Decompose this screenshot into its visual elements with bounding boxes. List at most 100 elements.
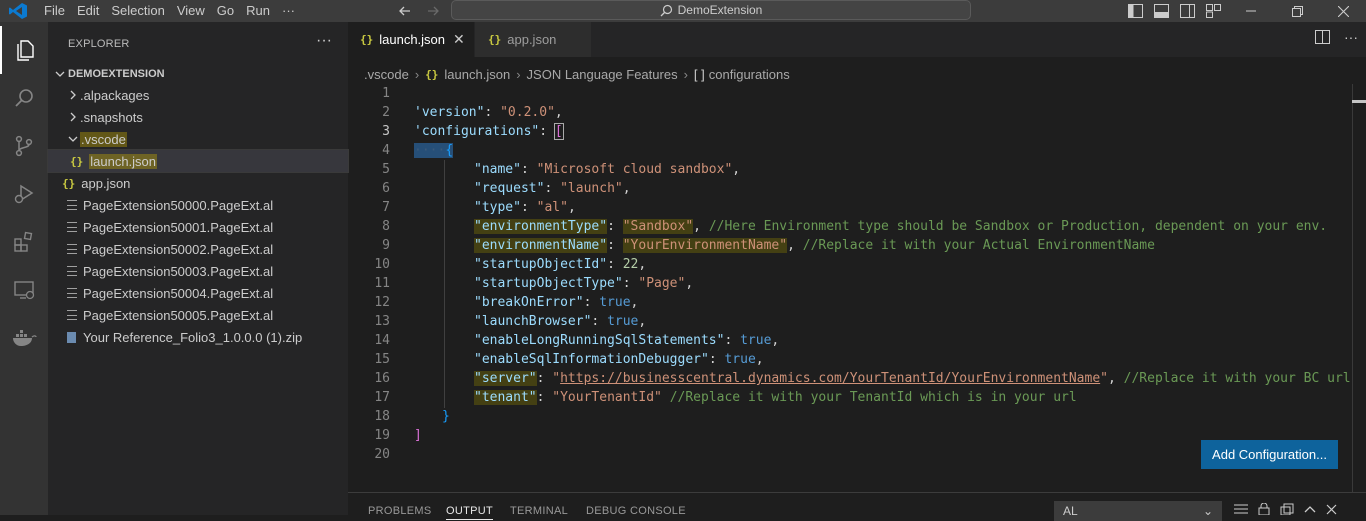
list-filter-icon[interactable] <box>1234 503 1248 518</box>
forward-arrow-icon[interactable] <box>424 2 442 20</box>
json-value: "Page" <box>638 276 686 291</box>
code-comment: //Here Environment type should be Sandbo… <box>708 219 1328 234</box>
tab-launch-json[interactable]: {} launch.json ✕ <box>348 22 474 57</box>
run-and-debug-icon[interactable] <box>0 170 48 218</box>
close-icon[interactable]: ✕ <box>453 31 465 48</box>
line-number: 7 <box>382 200 390 215</box>
tree-file-al[interactable]: PageExtension50000.PageExt.al <box>48 194 348 216</box>
navigation-arrows <box>396 2 442 20</box>
back-arrow-icon[interactable] <box>396 2 414 20</box>
line-number: 14 <box>374 333 390 348</box>
explorer-title: EXPLORER <box>68 38 130 50</box>
tree-file-app-json[interactable]: {} app.json <box>48 172 348 194</box>
al-file-icon <box>67 244 77 254</box>
tab-debug-console[interactable]: DEBUG CONSOLE <box>586 505 686 517</box>
tree-file-al[interactable]: PageExtension50005.PageExt.al <box>48 304 348 326</box>
close-window-icon[interactable] <box>1320 0 1366 22</box>
extensions-icon[interactable] <box>0 218 48 266</box>
code-line: 13 "launchBrowser": true, <box>348 312 1366 331</box>
split-editor-icon[interactable] <box>1315 30 1330 47</box>
activity-bar <box>0 22 48 515</box>
al-file-icon <box>67 200 77 210</box>
code-comment: //Replace it with your Actual Environmen… <box>802 238 1155 253</box>
code-line: 5 "name": "Microsoft cloud sandbox", <box>348 160 1366 179</box>
menu-more[interactable]: ··· <box>276 0 301 22</box>
command-center-search[interactable]: DemoExtension <box>451 0 971 20</box>
tab-terminal[interactable]: TERMINAL <box>510 505 568 517</box>
lock-icon[interactable] <box>1258 502 1270 518</box>
json-key: "name" <box>474 162 521 177</box>
add-configuration-button[interactable]: Add Configuration... <box>1201 440 1338 469</box>
tree-file-al[interactable]: PageExtension50003.PageExt.al <box>48 260 348 282</box>
menu-view[interactable]: View <box>171 0 211 22</box>
copy-icon[interactable] <box>1280 503 1294 518</box>
restore-icon[interactable] <box>1274 0 1320 22</box>
toggle-panel-icon[interactable] <box>1152 2 1170 20</box>
tree-file-zip[interactable]: Your Reference_Folio3_1.0.0.0 (1).zip <box>48 326 348 348</box>
remote-explorer-icon[interactable] <box>0 266 48 314</box>
tree-file-al[interactable]: PageExtension50004.PageExt.al <box>48 282 348 304</box>
toggle-primary-sidebar-icon[interactable] <box>1126 2 1144 20</box>
chevron-up-icon[interactable] <box>1304 503 1316 518</box>
al-file-icon <box>67 288 77 298</box>
code-line: 14 "enableLongRunningSqlStatements": true… <box>348 331 1366 350</box>
search-icon[interactable] <box>0 74 48 122</box>
tree-item-label: .snapshots <box>80 109 143 125</box>
source-control-icon[interactable] <box>0 122 48 170</box>
code-editor[interactable]: 1 2'version": "0.2.0", 3'configurations"… <box>348 84 1366 492</box>
code-line: 3'configurations": [ <box>348 122 1366 141</box>
menu-edit[interactable]: Edit <box>71 0 105 22</box>
docker-icon[interactable] <box>0 314 48 362</box>
more-actions-icon[interactable]: ··· <box>1344 30 1358 47</box>
menu-selection[interactable]: Selection <box>105 0 170 22</box>
json-key: "server" <box>474 371 537 386</box>
line-number: 18 <box>374 409 390 424</box>
tab-app-json[interactable]: {} app.json <box>475 22 591 57</box>
explorer-icon[interactable] <box>0 26 48 74</box>
tree-file-launch-json[interactable]: {} launch.json <box>47 149 349 173</box>
al-file-icon <box>67 222 77 232</box>
editor-scrollbar[interactable] <box>1352 84 1366 492</box>
json-value: 22 <box>622 257 639 272</box>
layout-controls <box>1126 2 1222 20</box>
json-url-value[interactable]: https://businesscentral.dynamics.com/You… <box>560 371 1100 386</box>
close-panel-icon[interactable] <box>1326 503 1337 518</box>
code-line: 7 "type": "al", <box>348 198 1366 217</box>
code-line: 4 ····{ <box>348 141 1366 160</box>
tree-folder-vscode[interactable]: .vscode <box>48 128 348 150</box>
breadcrumb-item[interactable]: configurations <box>709 67 790 82</box>
menu-go[interactable]: Go <box>211 0 240 22</box>
json-file-icon: {} <box>62 176 76 190</box>
minimize-icon[interactable] <box>1228 0 1274 22</box>
tree-item-label: PageExtension50003.PageExt.al <box>83 263 274 279</box>
tree-file-al[interactable]: PageExtension50002.PageExt.al <box>48 238 348 260</box>
tree-folder-snapshots[interactable]: .snapshots <box>48 106 348 128</box>
tree-file-al[interactable]: PageExtension50001.PageExt.al <box>48 216 348 238</box>
breadcrumb-item[interactable]: .vscode <box>364 67 409 82</box>
line-number: 19 <box>374 428 390 443</box>
chevron-down-icon: ⌄ <box>1202 504 1213 518</box>
explorer-more-actions[interactable]: ··· <box>316 32 332 50</box>
code-line: 15 "enableSqlInformationDebugger": true, <box>348 350 1366 369</box>
al-file-icon <box>67 310 77 320</box>
code-line: 8 "environmentType": "Sandbox", //Here En… <box>348 217 1366 236</box>
window-controls <box>1228 0 1366 22</box>
chevron-right-icon: › <box>516 66 521 82</box>
workspace-folder-header[interactable]: DEMOEXTENSION <box>48 64 348 84</box>
code-comment: //Replace it with your BC url <box>1123 371 1351 386</box>
tab-problems[interactable]: PROBLEMS <box>368 505 432 517</box>
breadcrumb-item[interactable]: launch.json <box>444 67 510 82</box>
breadcrumb-item[interactable]: JSON Language Features <box>527 67 678 82</box>
line-number: 11 <box>374 276 390 291</box>
menu-file[interactable]: File <box>38 0 71 22</box>
toggle-secondary-sidebar-icon[interactable] <box>1178 2 1196 20</box>
tab-output[interactable]: OUTPUT <box>446 505 494 520</box>
tree-folder-alpackages[interactable]: .alpackages <box>48 84 348 106</box>
customize-layout-icon[interactable] <box>1204 2 1222 20</box>
code-line: 1 <box>348 84 1366 103</box>
chevron-right-icon: › <box>683 66 688 82</box>
menu-run[interactable]: Run <box>240 0 276 22</box>
title-bar: File Edit Selection View Go Run ··· Demo… <box>0 0 1366 22</box>
output-channel-select[interactable]: AL ⌄ <box>1054 501 1222 521</box>
tree-item-label: PageExtension50000.PageExt.al <box>83 197 274 213</box>
